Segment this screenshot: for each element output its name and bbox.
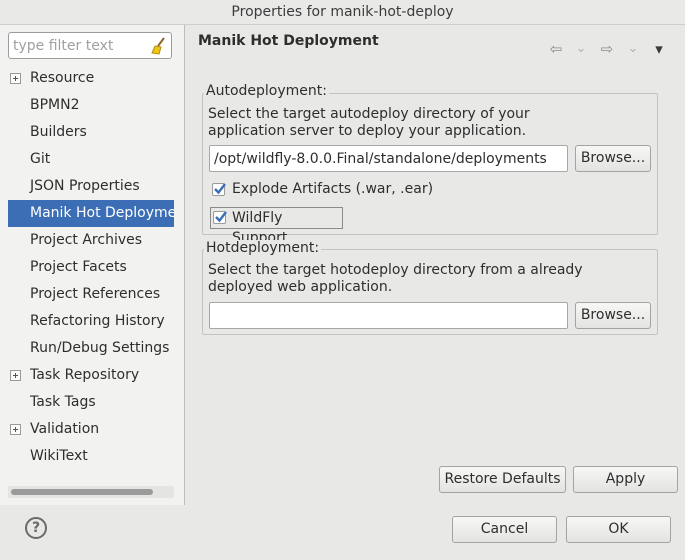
forward-arrow-icon[interactable]: ⇨ — [598, 40, 616, 58]
clear-filter-icon[interactable] — [151, 37, 167, 55]
expand-icon[interactable] — [10, 424, 21, 435]
tree-item-label: BPMN2 — [30, 97, 80, 113]
tree-item[interactable]: Project Facets — [8, 254, 174, 281]
tree-item-label: Manik Hot Deployme — [30, 205, 174, 221]
tree-item[interactable]: Git — [8, 146, 174, 173]
tree-item-label: Project References — [30, 286, 161, 302]
tree-item-label: Validation — [30, 421, 100, 437]
tree-item[interactable]: Run/Debug Settings — [8, 335, 174, 362]
apply-button[interactable]: Apply — [573, 466, 678, 493]
tree-item-label: Resource — [30, 70, 95, 86]
autodeploy-browse-button[interactable]: Browse... — [575, 145, 651, 172]
explode-artifacts-checkbox[interactable]: Explode Artifacts (.war, .ear) — [212, 179, 472, 201]
pane-divider[interactable] — [184, 25, 185, 505]
view-menu-icon[interactable]: ▾ — [651, 40, 667, 58]
tree-item[interactable]: Manik Hot Deployme — [8, 200, 174, 227]
checkmark-icon — [214, 183, 226, 195]
tree-item[interactable]: WikiText — [8, 443, 174, 470]
restore-defaults-button[interactable]: Restore Defaults — [439, 466, 566, 493]
scrollbar-thumb[interactable] — [11, 489, 153, 495]
checkmark-icon — [215, 211, 227, 223]
hotdeployment-description-line1: Select the target hotodeploy directory f… — [208, 262, 583, 278]
autodeployment-description-line2: application server to deploy your applic… — [208, 123, 527, 139]
tree-item[interactable]: Task Repository — [8, 362, 174, 389]
filter-input[interactable] — [13, 37, 147, 55]
tree-item[interactable]: Project Archives — [8, 227, 174, 254]
tree-item[interactable]: Project References — [8, 281, 174, 308]
explode-artifacts-checkbox-box[interactable] — [212, 183, 226, 196]
autodeploy-path-input[interactable] — [209, 145, 568, 172]
tree-item-label: Project Facets — [30, 259, 127, 275]
hotdeployment-legend: Hotdeployment: — [204, 240, 322, 256]
tree-item-label: Git — [30, 151, 51, 167]
ok-button[interactable]: OK — [566, 516, 671, 543]
tree-item-label: Task Tags — [30, 394, 96, 410]
tree-item-label: Builders — [30, 124, 87, 140]
forward-history-dropdown-icon[interactable]: ⌄ — [626, 40, 640, 58]
hotdeployment-description-line2: deployed web application. — [208, 279, 393, 295]
tree-item[interactable]: BPMN2 — [8, 92, 174, 119]
tree-horizontal-scrollbar[interactable] — [8, 486, 174, 498]
tree-item[interactable]: Refactoring History — [8, 308, 174, 335]
tree-item-label: Refactoring History — [30, 313, 165, 329]
filter-field[interactable] — [8, 32, 172, 59]
wildfly-support-checkbox[interactable]: WildFly Support — [210, 207, 343, 246]
tree-item-label: JSON Properties — [30, 178, 140, 194]
tree-item-label: Project Archives — [30, 232, 143, 248]
tree-item[interactable]: JSON Properties — [8, 173, 174, 200]
tree-item[interactable]: Task Tags — [8, 389, 174, 416]
autodeployment-legend: Autodeployment: — [204, 83, 329, 99]
tree-item[interactable]: Builders — [8, 119, 174, 146]
explode-artifacts-label: Explode Artifacts (.war, .ear) — [232, 181, 434, 197]
tree-item[interactable]: Resource — [8, 65, 174, 92]
wildfly-support-checkbox-box[interactable] — [213, 211, 227, 224]
tree-item-label: Task Repository — [30, 367, 140, 383]
property-page-tree: Resource BPMN2 Builders Git JSON Properties M… — [8, 65, 174, 470]
hotdeploy-path-input[interactable] — [209, 302, 568, 329]
window-title: Properties for manik-hot-deploy — [0, 0, 685, 25]
hotdeploy-browse-button[interactable]: Browse... — [575, 302, 651, 329]
autodeployment-description-line1: Select the target autodeploy directory o… — [208, 106, 530, 122]
back-arrow-icon[interactable]: ⇦ — [547, 40, 565, 58]
tree-item-label: WikiText — [30, 448, 88, 464]
help-icon[interactable]: ? — [25, 517, 47, 539]
page-title: Manik Hot Deployment — [198, 33, 379, 49]
cancel-button[interactable]: Cancel — [452, 516, 557, 543]
back-history-dropdown-icon[interactable]: ⌄ — [574, 40, 588, 58]
tree-item[interactable]: Validation — [8, 416, 174, 443]
tree-item-label: Run/Debug Settings — [30, 340, 170, 356]
expand-icon[interactable] — [10, 370, 21, 381]
expand-icon[interactable] — [10, 73, 21, 84]
